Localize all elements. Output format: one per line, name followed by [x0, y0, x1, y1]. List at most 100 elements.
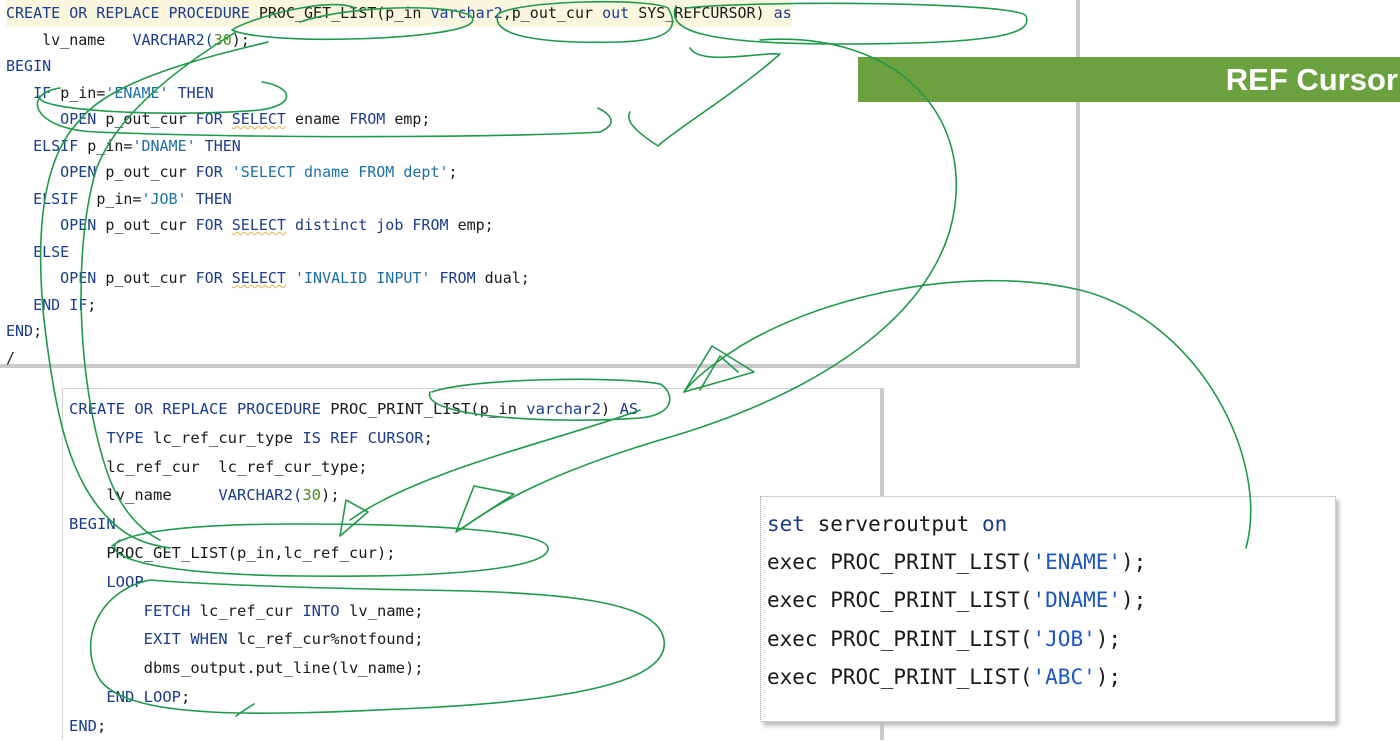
code-line: LOOP	[69, 568, 638, 597]
code-line: FETCH lc_ref_cur INTO lv_name;	[69, 597, 638, 626]
code-token: ELSIF	[6, 189, 97, 208]
code-token: set	[767, 512, 818, 536]
code-line: exec PROC_PRINT_LIST('DNAME');	[767, 581, 1146, 619]
code-token: FOR	[195, 110, 232, 128]
code-line: EXIT WHEN lc_ref_cur%notfound;	[69, 625, 638, 654]
code-line: exec PROC_PRINT_LIST('JOB');	[767, 620, 1146, 658]
code-token: PROC_PRINT_LIST(	[830, 550, 1033, 575]
code-token: INTO	[302, 601, 349, 620]
code-line: OPEN p_out_cur FOR 'SELECT dname FROM de…	[6, 159, 792, 186]
code-token: FROM	[412, 216, 458, 234]
code-token: VARCHAR2(	[132, 30, 214, 49]
code-token: );	[1121, 588, 1147, 613]
code-token: ;	[33, 322, 43, 340]
code-line: /	[6, 345, 792, 372]
code-token: dbms_output.put_line(lv_name);	[69, 659, 424, 678]
code-line: ELSIF p_in='JOB' THEN	[6, 186, 792, 213]
code-token: PROC_PRINT_LIST(p_in	[330, 400, 527, 418]
code-token: emp;	[394, 110, 431, 128]
code-line: OPEN p_out_cur FOR SELECT 'INVALID INPUT…	[6, 265, 792, 292]
code-line: lc_ref_cur lc_ref_cur_type;	[69, 453, 638, 482]
code-token: dual;	[484, 269, 530, 287]
code-token: ;	[448, 163, 458, 181]
code-line: lv_name VARCHAR2(30);	[6, 27, 792, 54]
code-token: );	[231, 30, 250, 49]
code-token: varchar2	[430, 4, 503, 22]
code-token: VARCHAR2(	[218, 486, 303, 505]
code-token: varchar2	[526, 400, 601, 418]
code-line: OPEN p_out_cur FOR SELECT ename FROM emp…	[6, 106, 792, 133]
code-token: PROC_GET_LIST(p_in,lc_ref_cur);	[69, 543, 396, 562]
code-line: TYPE lc_ref_cur_type IS REF CURSOR;	[69, 424, 638, 453]
code-token: SELECT	[231, 269, 286, 287]
code-line: END;	[69, 712, 638, 741]
code-token: distinct job	[285, 216, 413, 234]
code-token: 'INVALID INPUT'	[285, 269, 440, 287]
code-token: ;	[423, 428, 433, 447]
code-token: p_out_cur	[105, 269, 196, 287]
code-token: ELSIF	[6, 136, 88, 155]
code-token: END	[6, 322, 34, 340]
code-token: 'JOB'	[1032, 626, 1096, 651]
code-token: lv_name;	[348, 601, 424, 620]
code-token: CREATE OR REPLACE PROCEDURE	[6, 4, 259, 22]
code-token: AS	[619, 400, 639, 418]
code-token: 30	[213, 30, 232, 49]
code-token: PROC_PRINT_LIST(	[830, 626, 1033, 651]
code-token: p_out_cur	[105, 216, 196, 234]
code-token: SELECT	[231, 216, 286, 234]
code-line: exec PROC_PRINT_LIST('ABC');	[767, 658, 1146, 696]
code-token: FROM	[439, 269, 485, 287]
procedure-get-list-editor[interactable]: CREATE OR REPLACE PROCEDURE PROC_GET_LIS…	[0, 0, 1080, 368]
code-token: END IF	[6, 295, 88, 314]
code-token: FETCH	[69, 601, 200, 620]
code-line: IF p_in='ENAME' THEN	[6, 80, 792, 107]
code-token: LOOP	[69, 572, 144, 591]
code-token: OPEN	[6, 216, 106, 234]
code-token: );	[320, 486, 340, 505]
code-token: FROM	[349, 110, 395, 128]
code-token: PROC_GET_LIST(p_in	[258, 4, 431, 22]
code-token: PROC_PRINT_LIST(	[830, 664, 1033, 689]
code-token: p_out_cur	[105, 163, 196, 181]
code-token: exec	[767, 664, 831, 689]
code-line: ELSE	[6, 239, 792, 266]
exec-commands-editor[interactable]: set serveroutput on exec PROC_PRINT_LIST(…	[760, 496, 1336, 722]
ref-cursor-banner: REF Cursor	[858, 57, 1400, 102]
code-token: 'DNAME'	[132, 136, 196, 155]
code-token: ;	[180, 687, 191, 706]
code-token: THEN	[168, 83, 214, 102]
code-line: END LOOP;	[69, 683, 638, 712]
code-token: ename	[285, 110, 350, 128]
code-token: 'ENAME'	[105, 83, 169, 102]
code-token: THEN	[186, 189, 232, 208]
code-line: OPEN p_out_cur FOR SELECT distinct job F…	[6, 212, 792, 239]
code-token: IF	[6, 83, 61, 102]
code-token: BEGIN	[6, 57, 52, 75]
code-token: 'SELECT dname FROM dept'	[231, 163, 449, 181]
code-line: END IF;	[6, 292, 792, 319]
code-token: ;	[97, 716, 107, 735]
code-token: EXIT WHEN	[69, 630, 237, 649]
code-line: END;	[6, 318, 792, 345]
code-line: set serveroutput on	[767, 505, 1146, 543]
code-token: BEGIN	[69, 515, 116, 534]
code-token: p_out_cur	[105, 110, 196, 128]
code-token: END	[69, 716, 97, 735]
code-token: OPEN	[6, 269, 106, 287]
code-token: )	[600, 400, 620, 418]
code-token: lc_ref_cur%notfound;	[236, 630, 424, 649]
code-line: dbms_output.put_line(lv_name);	[69, 654, 638, 683]
code-token: lc_ref_cur lc_ref_cur_type;	[69, 457, 368, 476]
code-token: out	[602, 4, 639, 22]
code-line: exec PROC_PRINT_LIST('ENAME');	[767, 543, 1146, 581]
code-token: IS REF CURSOR	[302, 428, 424, 447]
code-token: SELECT	[231, 110, 286, 128]
code-token: exec	[767, 626, 831, 651]
code-block: set serveroutput on exec PROC_PRINT_LIST(…	[767, 505, 1146, 696]
code-block: CREATE OR REPLACE PROCEDURE PROC_GET_LIS…	[6, 0, 792, 371]
code-block: CREATE OR REPLACE PROCEDURE PROC_PRINT_L…	[69, 395, 638, 741]
code-token: p_in=	[60, 83, 106, 102]
code-token: PROC_PRINT_LIST(	[830, 588, 1033, 613]
code-line: CREATE OR REPLACE PROCEDURE PROC_PRINT_L…	[69, 395, 638, 424]
